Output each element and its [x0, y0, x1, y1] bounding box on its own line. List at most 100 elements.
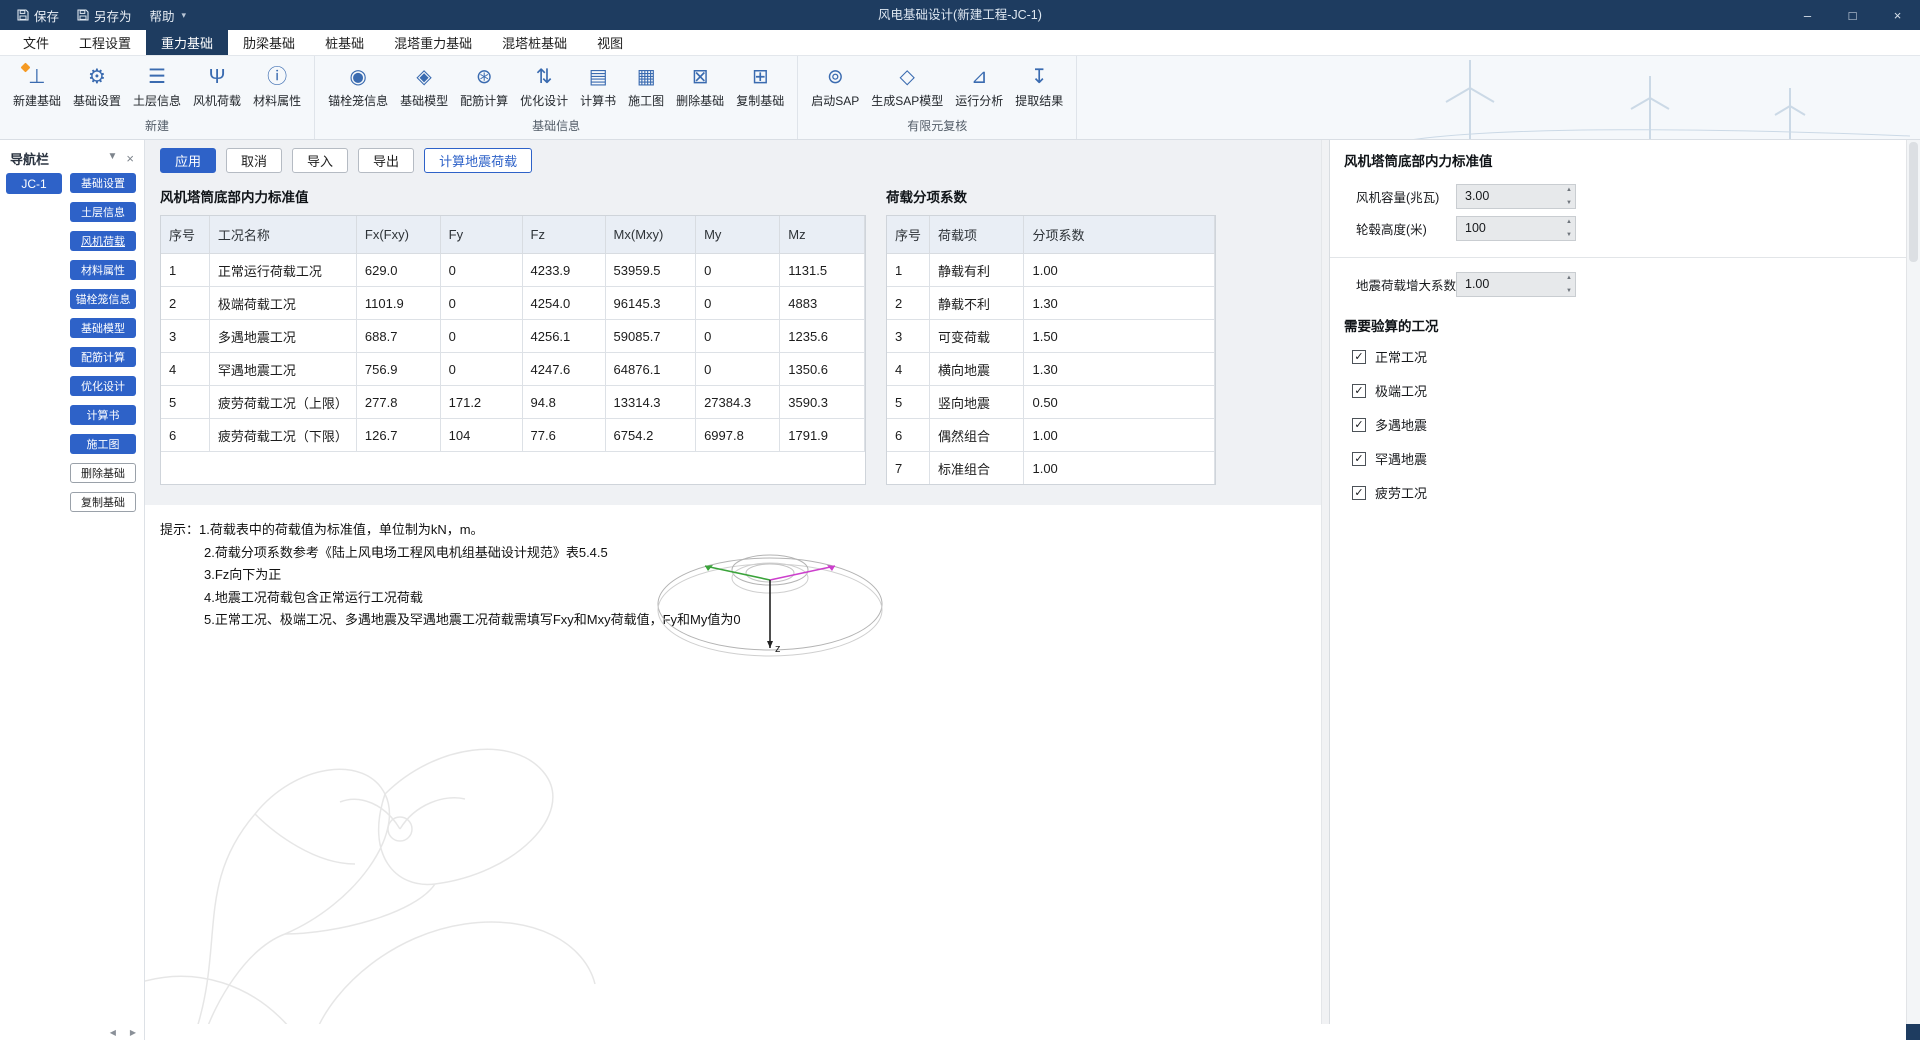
- construction-drawing-button[interactable]: ▦施工图: [622, 61, 670, 111]
- table-cell[interactable]: 6754.2: [605, 419, 696, 452]
- table-cell[interactable]: 756.9: [356, 353, 440, 386]
- save-as-menu[interactable]: 另存为: [68, 0, 141, 30]
- rebar-calculation-button[interactable]: ⊛配筋计算: [454, 61, 514, 111]
- spin-up-icon[interactable]: ▲: [1566, 275, 1572, 281]
- table-cell[interactable]: 1350.6: [780, 353, 865, 386]
- calculation-report-button[interactable]: ▤计算书: [574, 61, 622, 111]
- foundation-settings-button[interactable]: ⚙基础设置: [67, 61, 127, 111]
- sidebar-item-delete-foundation[interactable]: 删除基础: [70, 463, 136, 483]
- sidebar-item-foundation-settings[interactable]: 基础设置: [70, 173, 136, 193]
- table-cell[interactable]: 7: [887, 452, 930, 485]
- table-cell[interactable]: 1101.9: [356, 287, 440, 320]
- table-cell[interactable]: 0: [696, 254, 780, 287]
- hscroll-left-icon[interactable]: ◀: [110, 1028, 116, 1037]
- menu-tab-gravity-foundation[interactable]: 重力基础: [146, 30, 228, 55]
- sidebar-item-soil-layer-info[interactable]: 土层信息: [70, 202, 136, 222]
- help-menu[interactable]: 帮助▾: [141, 0, 196, 30]
- table-cell[interactable]: 0: [440, 254, 522, 287]
- checkbox-normal-case[interactable]: ✓正常工况: [1352, 347, 1892, 366]
- sidebar-item-construction-drawing[interactable]: 施工图: [70, 434, 136, 454]
- table-cell[interactable]: 0: [440, 353, 522, 386]
- sidebar-item-wind-turbine-load[interactable]: 风机荷载: [70, 231, 136, 251]
- save-menu[interactable]: 保存: [8, 0, 68, 30]
- menu-tab-file[interactable]: 文件: [8, 30, 64, 55]
- checkbox-box-icon[interactable]: ✓: [1352, 350, 1366, 364]
- table-cell[interactable]: 4: [161, 353, 210, 386]
- table-cell[interactable]: 13314.3: [605, 386, 696, 419]
- table-cell[interactable]: 0: [696, 353, 780, 386]
- table-cell[interactable]: 2: [161, 287, 210, 320]
- table-cell[interactable]: 171.2: [440, 386, 522, 419]
- menu-tab-view[interactable]: 视图: [582, 30, 638, 55]
- sidebar-hscrollbar[interactable]: ◀ ▶: [0, 1024, 145, 1040]
- hub-height-input[interactable]: 100 ▲ ▼: [1456, 216, 1576, 241]
- table-cell[interactable]: 4883: [780, 287, 865, 320]
- launch-sap-button[interactable]: ⊚启动SAP: [805, 61, 865, 111]
- minimize-button[interactable]: –: [1785, 0, 1830, 30]
- spin-down-icon[interactable]: ▼: [1566, 232, 1572, 238]
- table-cell[interactable]: 1131.5: [780, 254, 865, 287]
- checkbox-box-icon[interactable]: ✓: [1352, 418, 1366, 432]
- table-cell[interactable]: 0: [696, 287, 780, 320]
- table-cell[interactable]: 5: [887, 386, 930, 419]
- table-cell[interactable]: 59085.7: [605, 320, 696, 353]
- table-cell[interactable]: 0: [440, 320, 522, 353]
- table-cell[interactable]: 4256.1: [522, 320, 605, 353]
- table-cell[interactable]: 6997.8: [696, 419, 780, 452]
- table-cell[interactable]: 1.00: [1024, 254, 1215, 287]
- generate-sap-model-button[interactable]: ◇生成SAP模型: [865, 61, 949, 111]
- table-cell[interactable]: 0: [696, 320, 780, 353]
- hscroll-right-icon[interactable]: ▶: [130, 1028, 136, 1037]
- scrollbar-thumb[interactable]: [1909, 142, 1918, 262]
- table-cell[interactable]: 疲劳荷载工况（下限）: [209, 419, 356, 452]
- delete-foundation-button[interactable]: ⊠删除基础: [670, 61, 730, 111]
- table-cell[interactable]: 0: [440, 287, 522, 320]
- material-properties-button[interactable]: ⓘ材料属性: [247, 61, 307, 111]
- table-cell[interactable]: 4247.6: [522, 353, 605, 386]
- checkbox-frequent-earthquake[interactable]: ✓多遇地震: [1352, 415, 1892, 434]
- new-foundation-button[interactable]: ⊥新建基础: [7, 61, 67, 111]
- project-tab-jc1[interactable]: JC-1: [6, 173, 62, 194]
- anchor-cage-info-button[interactable]: ◉锚栓笼信息: [322, 61, 394, 111]
- table-cell[interactable]: 6: [161, 419, 210, 452]
- table-cell[interactable]: 104: [440, 419, 522, 452]
- table-cell[interactable]: 5: [161, 386, 210, 419]
- wind-turbine-load-button[interactable]: Ψ风机荷载: [187, 61, 247, 111]
- menu-tab-hybrid-tower-gravity-foundation[interactable]: 混塔重力基础: [379, 30, 487, 55]
- content-scrollbar[interactable]: [1321, 140, 1329, 1024]
- spin-down-icon[interactable]: ▼: [1566, 288, 1572, 294]
- foundation-model-button[interactable]: ◈基础模型: [394, 61, 454, 111]
- table-cell[interactable]: 3: [887, 320, 930, 353]
- table-cell[interactable]: 竖向地震: [930, 386, 1024, 419]
- optimization-design-button[interactable]: ⇅优化设计: [514, 61, 574, 111]
- menu-tab-rib-beam-foundation[interactable]: 肋梁基础: [228, 30, 310, 55]
- table-cell[interactable]: 1235.6: [780, 320, 865, 353]
- table-cell[interactable]: 4254.0: [522, 287, 605, 320]
- sidebar-item-material-properties[interactable]: 材料属性: [70, 260, 136, 280]
- menu-tab-project-settings[interactable]: 工程设置: [64, 30, 146, 55]
- nav-close-icon[interactable]: ×: [126, 151, 134, 166]
- checkbox-box-icon[interactable]: ✓: [1352, 384, 1366, 398]
- sidebar-item-optimization-design[interactable]: 优化设计: [70, 376, 136, 396]
- apply-button[interactable]: 应用: [160, 148, 216, 173]
- sidebar-item-foundation-model[interactable]: 基础模型: [70, 318, 136, 338]
- checkbox-rare-earthquake[interactable]: ✓罕遇地震: [1352, 449, 1892, 468]
- spin-down-icon[interactable]: ▼: [1566, 200, 1572, 206]
- cancel-button[interactable]: 取消: [226, 148, 282, 173]
- sidebar-item-copy-foundation[interactable]: 复制基础: [70, 492, 136, 512]
- table-cell[interactable]: 静载有利: [930, 254, 1024, 287]
- spin-up-icon[interactable]: ▲: [1566, 187, 1572, 193]
- turbine-capacity-input[interactable]: 3.00 ▲ ▼: [1456, 184, 1576, 209]
- table-cell[interactable]: 1.30: [1024, 287, 1215, 320]
- menu-tab-hybrid-tower-pile-foundation[interactable]: 混塔桩基础: [487, 30, 582, 55]
- table-cell[interactable]: 94.8: [522, 386, 605, 419]
- table-cell[interactable]: 277.8: [356, 386, 440, 419]
- table-cell[interactable]: 126.7: [356, 419, 440, 452]
- checkbox-box-icon[interactable]: ✓: [1352, 486, 1366, 500]
- table-cell[interactable]: 3: [161, 320, 210, 353]
- table-cell[interactable]: 96145.3: [605, 287, 696, 320]
- table-cell[interactable]: 1.50: [1024, 320, 1215, 353]
- window-scrollbar[interactable]: [1906, 140, 1920, 1024]
- checkbox-fatigue-case[interactable]: ✓疲劳工况: [1352, 483, 1892, 502]
- table-cell[interactable]: 1791.9: [780, 419, 865, 452]
